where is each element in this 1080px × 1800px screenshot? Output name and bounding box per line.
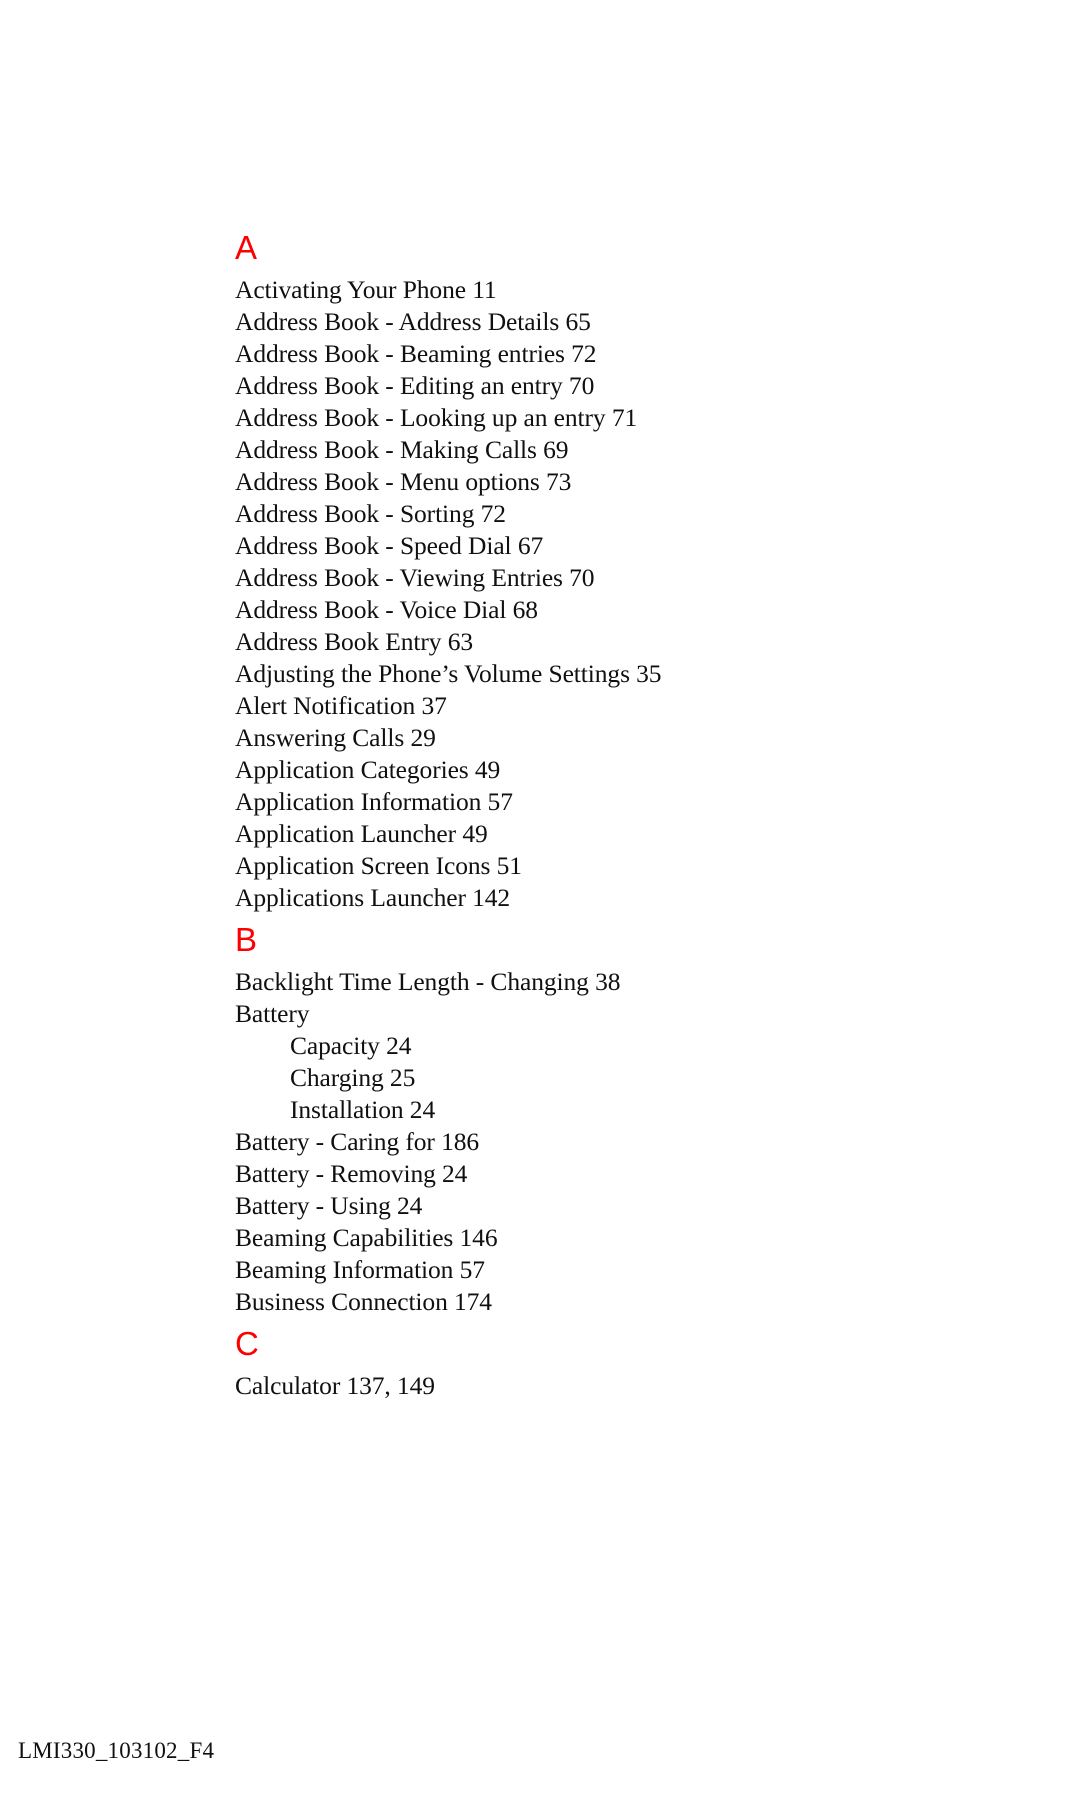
index-entry: Battery - Caring for 186 (235, 1127, 480, 1156)
index-entry: Address Book Entry 63 (235, 627, 474, 656)
index-entry: Address Book - Address Details 65 (235, 307, 591, 336)
footer-document-id: LMI330_103102_F4 (18, 1738, 215, 1763)
index-entry: Capacity 24 (290, 1031, 412, 1060)
index-entry: Address Book - Viewing Entries 70 (235, 563, 595, 592)
index-entry: Application Screen Icons 51 (235, 851, 522, 880)
index-entry: Business Connection 174 (235, 1287, 492, 1316)
index-section-letter: C (235, 1325, 259, 1362)
index-entry: Charging 25 (290, 1063, 416, 1092)
index-entry: Adjusting the Phone’s Volume Settings 35 (235, 659, 662, 688)
index-entry-list: A Activating Your Phone 11 Address Book - … (235, 228, 955, 1402)
index-entry: Application Information 57 (235, 787, 513, 816)
index-entry: Address Book - Making Calls 69 (235, 435, 569, 464)
index-entry: Address Book - Speed Dial 67 (235, 531, 544, 560)
index-entry: Address Book - Menu options 73 (235, 467, 572, 496)
index-entry: Battery (235, 999, 310, 1028)
index-entry: Answering Calls 29 (235, 723, 436, 752)
index-section-letter: A (235, 229, 258, 266)
index-entry: Address Book - Editing an entry 70 (235, 371, 595, 400)
index-entry: Backlight Time Length - Changing 38 (235, 967, 621, 996)
document-page: A Activating Your Phone 11 Address Book - … (0, 0, 1080, 1800)
index-entry: Battery - Removing 24 (235, 1159, 468, 1188)
index-entry: Activating Your Phone 11 (235, 275, 497, 304)
index-entry: Battery - Using 24 (235, 1191, 423, 1220)
index-section-letter: B (235, 921, 258, 958)
index-entry: Address Book - Voice Dial 68 (235, 595, 538, 624)
index-entry: Calculator 137, 149 (235, 1371, 435, 1400)
index-entry: Beaming Capabilities 146 (235, 1223, 498, 1252)
index-entry: Applications Launcher 142 (235, 883, 511, 912)
index-entry: Address Book - Beaming entries 72 (235, 339, 597, 368)
index-entry: Alert Notification 37 (235, 691, 447, 720)
index-entry: Address Book - Looking up an entry 71 (235, 403, 638, 432)
index-entry: Address Book - Sorting 72 (235, 499, 506, 528)
index-entry: Application Categories 49 (235, 755, 501, 784)
index-entry: Beaming Information 57 (235, 1255, 485, 1284)
index-entry: Application Launcher 49 (235, 819, 488, 848)
index-entry: Installation 24 (290, 1095, 436, 1124)
